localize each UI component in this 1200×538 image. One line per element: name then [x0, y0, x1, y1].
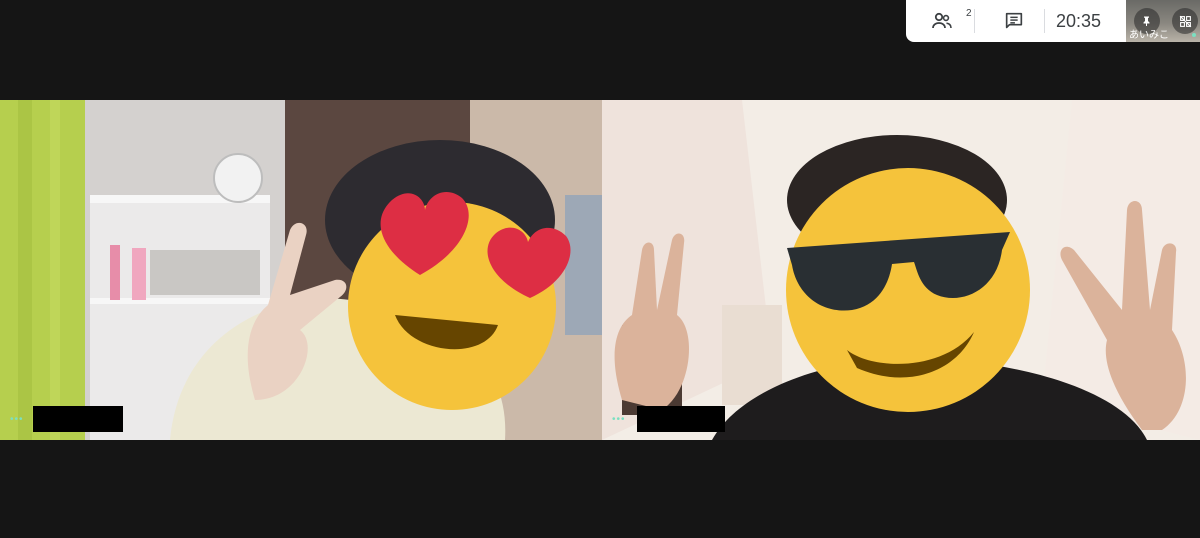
people-icon [932, 12, 952, 29]
participant-name-label [637, 406, 725, 432]
chat-button[interactable] [994, 0, 1034, 42]
participants-count: 2 [966, 8, 972, 19]
divider [1044, 9, 1045, 33]
participant-tile[interactable]: ••• [0, 100, 602, 440]
speaking-dots: ••• [612, 414, 626, 425]
meeting-toolbar: 2 20:35 あいみこ [906, 0, 1200, 42]
participant-name-label [33, 406, 123, 432]
divider [974, 9, 975, 33]
speaking-dots: ••• [10, 414, 24, 425]
speaking-indicator [1192, 33, 1196, 37]
participant-tile[interactable]: ••• [602, 100, 1200, 440]
participants-button[interactable]: 2 [922, 0, 972, 42]
chat-icon [1005, 12, 1023, 29]
layout-button[interactable] [1172, 8, 1198, 34]
self-view-name: あいみこ [1129, 30, 1169, 41]
self-view-thumbnail[interactable]: あいみこ [1126, 0, 1200, 42]
participant-video [602, 100, 1200, 440]
meeting-clock: 20:35 [1056, 11, 1102, 31]
grid-off-icon [1179, 15, 1191, 27]
participant-video [0, 100, 602, 440]
